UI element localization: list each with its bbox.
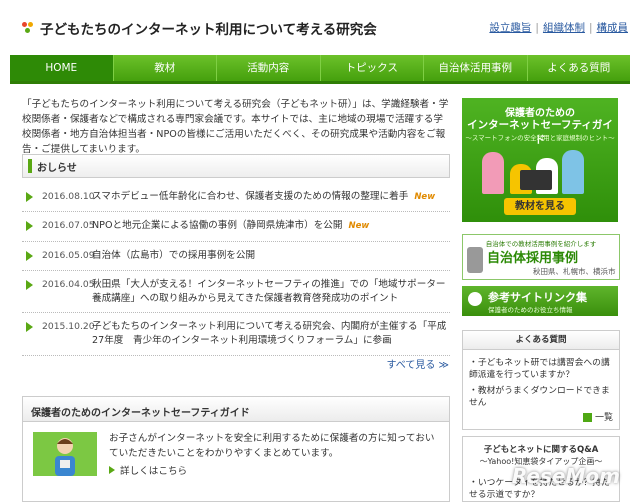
arrow-icon [109,466,115,474]
guide-header: 保護者のためのインターネットセーフティガイド [23,397,449,422]
nav-activities[interactable]: 活動内容 [217,55,321,81]
link-members[interactable]: 構成員 [597,22,629,34]
site-header: 子どもたちのインターネット利用について考える研究会 設立趣旨 | 組織体制 | 構成員 [0,0,640,52]
robot-icon [467,247,483,273]
nav-faq[interactable]: よくある質問 [528,55,631,81]
news-date: 2016.05.09 [42,250,95,261]
faq-heading: よくある質問 [463,331,619,350]
nav-municipal-cases[interactable]: 自治体活用事例 [424,55,528,81]
banner-title: 参考サイトリンク集 [488,291,587,304]
news-item[interactable]: 2016.04.05 秋田県「大人が支える！インターネットセーフティの推進」での… [22,271,450,313]
news-item[interactable]: 2015.10.20 子どもたちのインターネット利用について考える研究会、内閣府… [22,313,450,356]
faq-item[interactable]: ・教材がうまくダウンロードできません [469,385,615,409]
faq-box: よくある質問 ・子どもネット研では講習会への講師派遣を行っていますか？ ・教材が… [462,330,620,430]
nav-home[interactable]: HOME [10,55,114,81]
news-header: おしらせ [22,154,450,178]
arrow-icon [582,413,592,422]
site-title[interactable]: 子どもたちのインターネット利用について考える研究会 [40,18,377,38]
arrow-icon [26,280,33,290]
new-badge: New [414,192,436,202]
intro-text: 「子どもたちのインターネット利用について考える研究会（子どもネット研）」は、学識… [22,99,449,155]
guide-description: お子さんがインターネットを安全に利用するために保護者の方に知っておいていただきた… [109,433,435,459]
arrow-icon [26,221,33,231]
guide-heading: 保護者のためのインターネットセーフティガイド [31,408,250,419]
site-logo-icon[interactable] [22,22,36,34]
link-icon [468,292,482,306]
faq-item[interactable]: ・子どもネット研では講習会への講師派遣を行っていますか？ [469,357,615,381]
arrow-icon [26,192,33,202]
news-title[interactable]: スマホデビュー低年齢化に合わせ、保護者支援のための情報の整理に着手 New [92,190,435,204]
heading-bar [28,159,32,173]
banner-subtitle: 保護者のためのお役立ち情報 [488,306,573,314]
link-organization[interactable]: 組織体制 [543,22,585,34]
news-item[interactable]: 2016.05.09 自治体（広島市）での採用事例を公開 [22,242,450,271]
link-purpose[interactable]: 設立趣旨 [489,22,531,34]
utility-links: 設立趣旨 | 組織体制 | 構成員 [489,22,629,34]
banner-line3: ～スマートフォンの安全利用と家庭規制のヒント～ [465,134,615,142]
view-materials-button[interactable]: 教材を見る [504,198,576,215]
news-date: 2015.10.20 [42,321,95,332]
new-badge: New [348,221,370,231]
news-date: 2016.04.05 [42,279,95,290]
guide-illustration[interactable] [33,432,97,476]
news-date: 2016.08.10 [42,191,95,202]
news-title[interactable]: 子どもたちのインターネット利用について考える研究会、内閣府が主催する「平成27年… [92,320,448,348]
faq-list-link[interactable]: 一覧 [582,410,613,423]
news-heading: おしらせ [37,163,77,174]
banner-title: 自治体採用事例 [487,251,579,266]
news-item[interactable]: 2016.08.10 スマホデビュー低年齢化に合わせ、保護者支援のための情報の整… [22,183,450,212]
banner-subtitle: 秋田県、札幌市、横浜市 [533,267,616,276]
municipal-cases-banner[interactable]: 自治体での教材活用事例を紹介します 自治体採用事例 秋田県、札幌市、横浜市 [462,234,620,280]
see-all-link[interactable]: すべて見る ≫ [386,356,449,371]
news-title[interactable]: 自治体（広島市）での採用事例を公開 [92,249,255,263]
family-illustration [476,144,604,194]
news-title[interactable]: 秋田県「大人が支える！インターネットセーフティの推進」での「地域サポーター養成講… [92,278,448,306]
guide-box: 保護者のためのインターネットセーフティガイド お子さんがインターネットを安全に利… [22,396,450,502]
news-date: 2016.07.05 [42,220,95,231]
nav-topics[interactable]: トピックス [321,55,424,81]
news-title[interactable]: NPOと地元企業による協働の事例（静岡県焼津市）を公開 New [92,219,369,233]
watermark: ReseMom [512,464,620,488]
arrow-icon [26,322,33,332]
guide-details-link[interactable]: 詳しくはこちら [109,463,187,477]
nav-materials[interactable]: 教材 [114,55,217,81]
news-item[interactable]: 2016.07.05 NPOと地元企業による協働の事例（静岡県焼津市）を公開 Ne… [22,212,450,242]
global-nav: HOME 教材 活動内容 トピックス 自治体活用事例 よくある質問 [10,55,630,84]
safety-guide-banner[interactable]: 保護者のための インターネットセーフティガイド ～スマートフォンの安全利用と家庭… [462,98,618,222]
qa-heading: 子どもとネットに関するQ&A [483,445,599,455]
arrow-icon [26,251,33,261]
reference-links-banner[interactable]: 参考サイトリンク集 保護者のためのお役立ち情報 [462,286,618,316]
news-list: 2016.08.10 スマホデビュー低年齢化に合わせ、保護者支援のための情報の整… [22,183,450,356]
